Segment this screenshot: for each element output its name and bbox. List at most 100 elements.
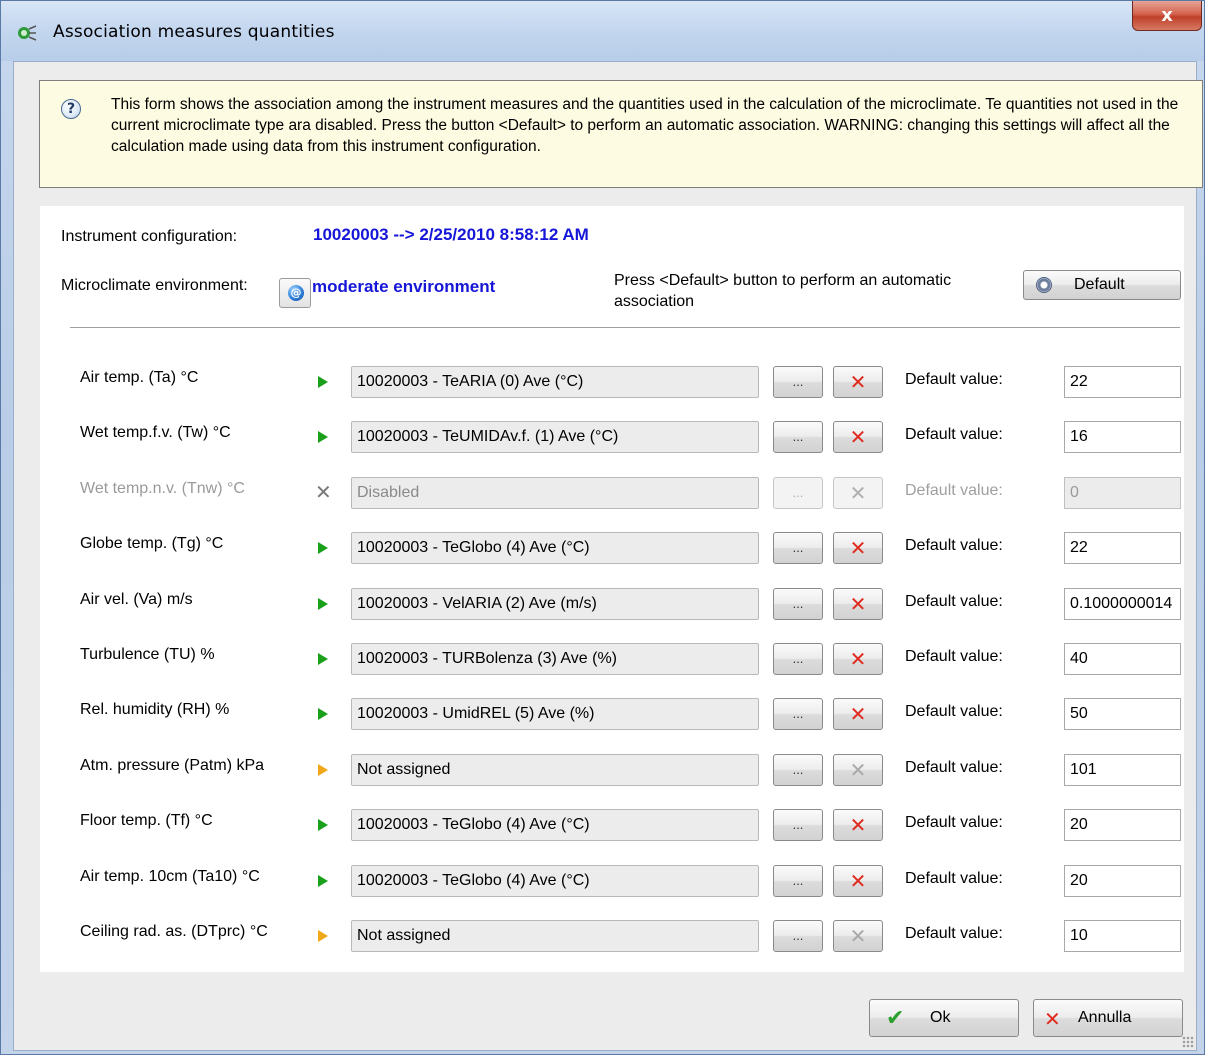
clear-x-icon: ✕	[849, 924, 867, 948]
quantity-row: Atm. pressure (Patm) kPa Not assigned... ✕…	[40, 754, 1184, 788]
environment-label: Microclimate environment:	[61, 277, 248, 294]
window-title: Association measures quantities	[53, 22, 335, 42]
checkmark-icon: ✔	[886, 1006, 905, 1031]
quantity-label: Floor temp. (Tf) °C	[80, 812, 213, 829]
clear-button[interactable]: ✕	[833, 643, 883, 675]
info-text: This form shows the association among th…	[111, 96, 1179, 155]
status-indicator	[315, 539, 333, 557]
status-indicator	[315, 816, 333, 834]
measure-source-field[interactable]: 10020003 - TeUMIDAv.f. (1) Ave (°C)	[351, 421, 759, 453]
browse-button[interactable]: ...	[773, 477, 823, 509]
clear-x-icon: ✕	[849, 592, 867, 616]
browse-button[interactable]: ...	[773, 920, 823, 952]
measure-source-field[interactable]: 10020003 - VelARIA (2) Ave (m/s)	[351, 588, 759, 620]
measure-source-field[interactable]: 10020003 - TURBolenza (3) Ave (%)	[351, 643, 759, 675]
default-value-input[interactable]: 10	[1064, 920, 1181, 952]
clear-button[interactable]: ✕	[833, 532, 883, 564]
config-value: 10020003 --> 2/25/2010 8:58:12 AM	[313, 225, 589, 244]
disabled-x-icon: ✕	[315, 480, 332, 504]
default-value-input[interactable]: 22	[1064, 366, 1181, 398]
assigned-arrow-icon	[318, 875, 328, 887]
measure-source-field[interactable]: 10020003 - TeGlobo (4) Ave (°C)	[351, 532, 759, 564]
default-value-input[interactable]: 0	[1064, 477, 1181, 509]
quantity-row: Air vel. (Va) m/s 10020003 - VelARIA (2) …	[40, 588, 1184, 622]
assigned-arrow-icon	[318, 376, 328, 388]
clear-x-icon: ✕	[849, 758, 867, 782]
status-indicator	[315, 650, 333, 668]
default-value-label: Default value:	[905, 537, 1003, 554]
default-value-input[interactable]: 40	[1064, 643, 1181, 675]
cancel-button-label: Annulla	[1078, 1009, 1132, 1026]
measure-source-field[interactable]: Disabled	[351, 477, 759, 509]
quantity-row: Turbulence (TU) % 10020003 - TURBolenza (…	[40, 643, 1184, 677]
browse-button[interactable]: ...	[773, 865, 823, 897]
clear-button[interactable]: ✕	[833, 754, 883, 786]
browse-button[interactable]: ...	[773, 643, 823, 675]
measure-source-field[interactable]: 10020003 - TeGlobo (4) Ave (°C)	[351, 809, 759, 841]
clear-button[interactable]: ✕	[833, 366, 883, 398]
assigned-arrow-icon	[318, 542, 328, 554]
default-value-input[interactable]: 16	[1064, 421, 1181, 453]
default-value-input[interactable]: 101	[1064, 754, 1181, 786]
assigned-arrow-icon	[318, 431, 328, 443]
quantity-row: Air temp. 10cm (Ta10) °C 10020003 - TeGlo…	[40, 865, 1184, 899]
globe-icon: @	[288, 285, 304, 301]
default-button[interactable]: Default	[1023, 270, 1181, 300]
clear-button[interactable]: ✕	[833, 809, 883, 841]
browse-button[interactable]: ...	[773, 698, 823, 730]
default-value-input[interactable]: 0.1000000014	[1064, 588, 1181, 620]
browse-button[interactable]: ...	[773, 754, 823, 786]
assigned-arrow-icon	[318, 598, 328, 610]
quantity-label: Wet temp.f.v. (Tw) °C	[80, 424, 231, 441]
quantity-row: Wet temp.n.v. (Tnw) °C ✕ Disabled... ✕ Defau…	[40, 477, 1184, 511]
config-label: Instrument configuration:	[61, 228, 238, 245]
browse-button[interactable]: ...	[773, 421, 823, 453]
default-value-input[interactable]: 20	[1064, 809, 1181, 841]
measure-source-field[interactable]: Not assigned	[351, 754, 759, 786]
quantity-label: Air temp. (Ta) °C	[80, 369, 199, 386]
app-icon	[18, 25, 37, 41]
quantity-label: Atm. pressure (Patm) kPa	[80, 757, 265, 774]
clear-button[interactable]: ✕	[833, 421, 883, 453]
status-indicator: ✕	[315, 480, 333, 504]
browse-button[interactable]: ...	[773, 532, 823, 564]
default-hint: Press <Default> button to perform an aut…	[614, 272, 952, 310]
measure-source-field[interactable]: Not assigned	[351, 920, 759, 952]
measure-source-field[interactable]: 10020003 - UmidREL (5) Ave (%)	[351, 698, 759, 730]
default-value-input[interactable]: 20	[1064, 865, 1181, 897]
default-button-label: Default	[1074, 276, 1125, 293]
clear-button[interactable]: ✕	[833, 698, 883, 730]
clear-button[interactable]: ✕	[833, 920, 883, 952]
status-indicator	[315, 872, 333, 890]
clear-x-icon: ✕	[849, 481, 867, 505]
environment-info-button[interactable]: @	[279, 278, 311, 308]
status-indicator	[315, 373, 333, 391]
resize-grip[interactable]	[1182, 1036, 1194, 1048]
association-panel: Instrument configuration: 10020003 --> 2…	[40, 206, 1184, 972]
clear-button[interactable]: ✕	[833, 588, 883, 620]
cancel-button[interactable]: ✕ Annulla	[1033, 999, 1183, 1037]
measure-source-field[interactable]: 10020003 - TeGlobo (4) Ave (°C)	[351, 865, 759, 897]
quantity-label: Turbulence (TU) %	[80, 646, 215, 663]
close-button[interactable]: x	[1132, 1, 1202, 31]
default-value-input[interactable]: 22	[1064, 532, 1181, 564]
quantity-label: Air temp. 10cm (Ta10) °C	[80, 868, 260, 885]
browse-button[interactable]: ...	[773, 366, 823, 398]
browse-button[interactable]: ...	[773, 588, 823, 620]
clear-button[interactable]: ✕	[833, 865, 883, 897]
quantity-row: Globe temp. (Tg) °C 10020003 - TeGlobo (4…	[40, 532, 1184, 566]
separator	[70, 327, 1180, 328]
ok-button-label: Ok	[930, 1009, 951, 1026]
measure-source-field[interactable]: 10020003 - TeARIA (0) Ave (°C)	[351, 366, 759, 398]
ok-button[interactable]: ✔ Ok	[869, 999, 1019, 1037]
clear-x-icon: ✕	[849, 425, 867, 449]
default-value-label: Default value:	[905, 759, 1003, 776]
default-value-label: Default value:	[905, 426, 1003, 443]
title-bar[interactable]: Association measures quantities x	[1, 1, 1204, 61]
status-indicator	[315, 595, 333, 613]
clear-button[interactable]: ✕	[833, 477, 883, 509]
default-value-input[interactable]: 50	[1064, 698, 1181, 730]
browse-button[interactable]: ...	[773, 809, 823, 841]
quantity-label: Ceiling rad. as. (DTprc) °C	[80, 923, 268, 940]
clear-x-icon: ✕	[849, 869, 867, 893]
